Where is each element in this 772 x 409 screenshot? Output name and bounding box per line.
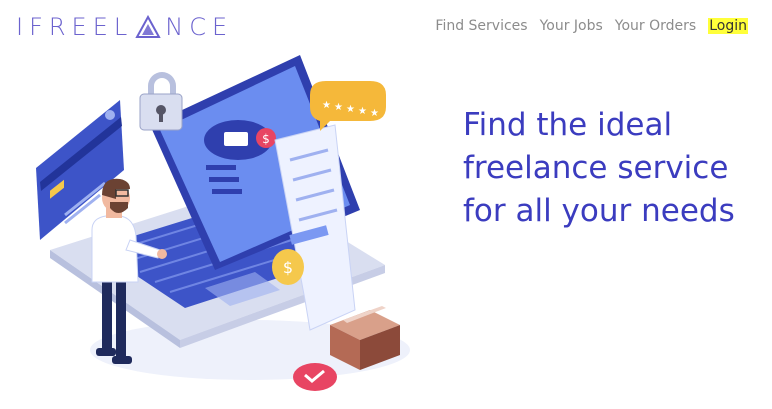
- hero-headline: Find the ideal freelance service for all…: [463, 107, 735, 229]
- svg-text:★: ★: [370, 108, 379, 119]
- svg-text:★: ★: [346, 104, 355, 115]
- checkmark-badge-icon: [293, 363, 337, 391]
- lock-icon: [139, 72, 183, 131]
- nav-your-jobs[interactable]: Your Jobs: [540, 18, 603, 34]
- coin-icon: $: [272, 249, 304, 285]
- nav-find-services[interactable]: Find Services: [435, 18, 527, 34]
- site-logo[interactable]: IFREEL NCE: [16, 12, 233, 42]
- svg-text:★: ★: [358, 106, 367, 117]
- logo-text-suffix: NCE: [165, 13, 234, 41]
- logo-triangle-icon: [135, 15, 161, 38]
- rating-stars-icon: ★ ★ ★ ★ ★: [310, 81, 386, 131]
- svg-text:★: ★: [334, 102, 343, 113]
- svg-text:★: ★: [322, 100, 331, 111]
- nav-your-orders[interactable]: Your Orders: [615, 18, 696, 34]
- svg-text:$: $: [283, 258, 293, 277]
- logo-text-prefix: IFREEL: [16, 13, 134, 41]
- nav-login[interactable]: Login: [708, 18, 748, 34]
- top-nav: Find Services Your Jobs Your Orders Logi…: [435, 18, 748, 34]
- hero-illustration: $ $ ★ ★ ★ ★ ★: [36, 55, 410, 391]
- price-badge-text: $: [262, 132, 270, 146]
